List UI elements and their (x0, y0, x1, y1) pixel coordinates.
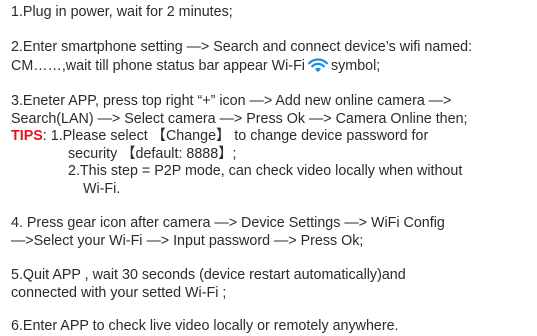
step-3: 3.Eneter APP, press top right “+” icon —… (11, 93, 533, 128)
step-6-text: 6.Enter APP to check live video locally … (11, 318, 399, 334)
tips-block: TIPS: 1.Please select 【Change】 to change… (11, 128, 533, 198)
tip-2-line-2: Wi-Fi. (83, 180, 121, 197)
step-1-text: 1.Plug in power, wait for 2 minutes; (11, 4, 233, 20)
step-5-line-1: 5.Quit APP , wait 30 seconds (device res… (11, 267, 406, 283)
tips-label: TIPS (11, 128, 43, 144)
tip-1-line-2: security 【default: 8888】; (68, 145, 237, 162)
tip-1-text: : 1.Please select 【Change】 to change dev… (42, 128, 429, 144)
step-6: 6.Enter APP to check live video locally … (11, 318, 533, 336)
step-2-line-1: 2.Enter smartphone setting —> Search and… (11, 39, 473, 55)
instruction-document: 1.Plug in power, wait for 2 minutes; 2.E… (0, 0, 537, 336)
step-5-line-2: connected with your setted Wi-Fi ; (11, 284, 227, 301)
step-5: 5.Quit APP , wait 30 seconds (device res… (11, 267, 533, 302)
step-3-line-1: 3.Eneter APP, press top right “+” icon —… (11, 93, 452, 109)
tip-1-line-1: TIPS: 1.Please select 【Change】 to change… (11, 128, 533, 146)
step-3-line-2: Search(LAN) —> Select camera —> Press Ok… (11, 110, 468, 127)
step-2-line-2: CM……,wait till phone status bar appear W… (11, 57, 533, 76)
step-2: 2.Enter smartphone setting —> Search and… (11, 39, 533, 75)
wifi-icon (307, 57, 329, 72)
step-1: 1.Plug in power, wait for 2 minutes; (11, 4, 533, 22)
step-2-line-2-start: CM……,wait till phone status bar appear W… (11, 57, 305, 74)
tip-2-line-1: 2.This step = P2P mode, can check video … (68, 163, 463, 179)
step-4-line-2: —>Select your Wi-Fi —> Input password —>… (11, 232, 364, 249)
step-4-line-1: 4. Press gear icon after camera —> Devic… (11, 215, 445, 231)
step-4: 4. Press gear icon after camera —> Devic… (11, 215, 533, 250)
step-2-line-2-end: symbol; (330, 57, 381, 74)
